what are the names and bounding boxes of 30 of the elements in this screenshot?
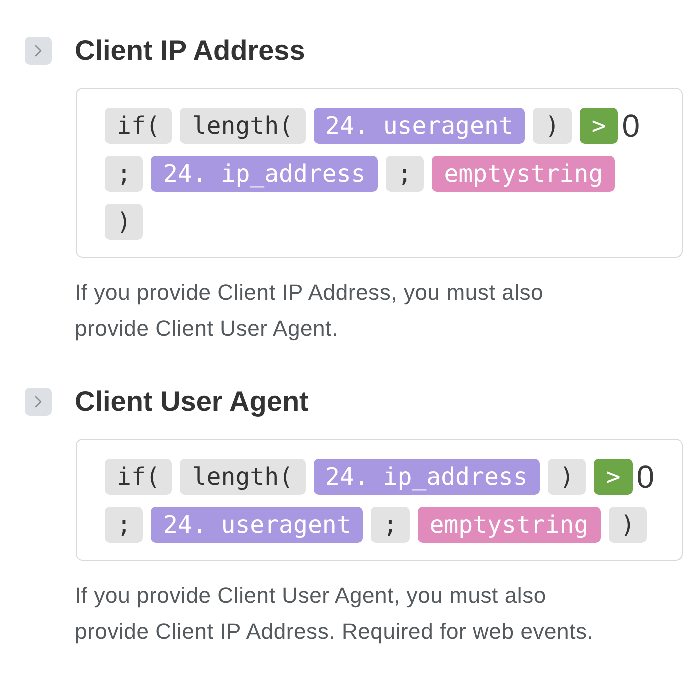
section-title: Client User Agent	[75, 387, 309, 417]
section-title: Client IP Address	[75, 36, 306, 66]
chevron-right-icon	[35, 396, 42, 408]
expand-toggle[interactable]	[25, 388, 52, 416]
field-token: 24. useragent	[151, 507, 364, 543]
field-token: 24. ip_address	[151, 156, 378, 192]
description-text: If you provide Client IP Address, you must also provide Client User Agent.	[75, 279, 545, 343]
constant-token: emptystring	[418, 507, 601, 543]
field-token: 24. useragent	[314, 108, 526, 144]
number-literal: 0	[622, 108, 640, 144]
syntax-token: )	[533, 108, 572, 144]
syntax-token: ;	[371, 507, 410, 543]
number-literal: 0	[636, 459, 655, 495]
syntax-token: ;	[105, 507, 144, 543]
chevron-right-icon	[35, 45, 42, 57]
syntax-token: if(	[105, 459, 172, 495]
syntax-token: if(	[105, 108, 172, 144]
expand-toggle[interactable]	[25, 37, 52, 65]
syntax-token: ;	[105, 156, 144, 192]
syntax-token: ;	[386, 156, 424, 192]
operator-token: >	[580, 108, 618, 144]
syntax-token: )	[548, 459, 586, 495]
operator-token: >	[594, 459, 633, 495]
syntax-token: length(	[180, 108, 306, 144]
syntax-token: )	[105, 204, 144, 240]
description-text: If you provide Client User Agent, you must also provide Client IP Address. Required for web events.	[75, 582, 595, 646]
syntax-token: )	[608, 507, 648, 543]
syntax-token: length(	[180, 459, 306, 495]
constant-token: emptystring	[432, 156, 616, 192]
field-token: 24. ip_address	[314, 459, 540, 495]
